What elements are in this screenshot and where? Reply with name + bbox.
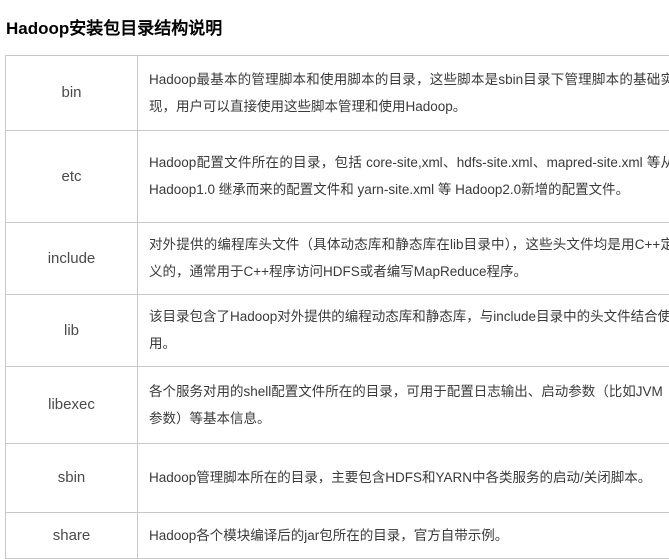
table-row: libexec 各个服务对用的shell配置文件所在的目录，可用于配置日志输出、… [6,367,669,444]
directory-description-text: 该目录包含了Hadoop对外提供的编程动态库和静态库，与include目录中的头… [149,303,669,357]
directory-name-label: etc [61,168,81,185]
directory-name-cell: bin [6,56,138,131]
hadoop-directory-table: bin Hadoop最基本的管理脚本和使用脚本的目录，这些脚本是sbin目录下管… [5,55,669,559]
table-row: include 对外提供的编程库头文件（具体动态库和静态库在lib目录中），这些… [6,223,669,295]
directory-description-text: 对外提供的编程库头文件（具体动态库和静态库在lib目录中），这些头文件均是用C+… [149,231,669,285]
directory-name-cell: share [6,513,138,559]
directory-description-text: Hadoop各个模块编译后的jar包所在的目录，官方自带示例。 [149,522,669,549]
directory-description-text: 各个服务对用的shell配置文件所在的目录，可用于配置日志输出、启动参数（比如J… [149,378,669,432]
table-row: lib 该目录包含了Hadoop对外提供的编程动态库和静态库，与include目… [6,295,669,367]
directory-name-cell: lib [6,295,138,367]
directory-name-label: lib [64,322,79,339]
table-row: bin Hadoop最基本的管理脚本和使用脚本的目录，这些脚本是sbin目录下管… [6,56,669,131]
table-row: etc Hadoop配置文件所在的目录，包括 core-site,xml、hdf… [6,131,669,223]
directory-description-cell: Hadoop管理脚本所在的目录，主要包含HDFS和YARN中各类服务的启动/关闭… [138,444,669,513]
directory-description-text: Hadoop配置文件所在的目录，包括 core-site,xml、hdfs-si… [149,149,669,203]
directory-name-cell: include [6,223,138,295]
directory-description-cell: Hadoop各个模块编译后的jar包所在的目录，官方自带示例。 [138,513,669,559]
directory-name-label: sbin [58,469,86,486]
page-root: Hadoop安装包目录结构说明 bin Hadoop最基本的管理脚本和使用脚本的… [0,0,669,521]
directory-name-label: share [53,527,91,544]
directory-description-cell: 该目录包含了Hadoop对外提供的编程动态库和静态库，与include目录中的头… [138,295,669,367]
directory-description-cell: Hadoop配置文件所在的目录，包括 core-site,xml、hdfs-si… [138,131,669,223]
directory-name-label: bin [61,84,81,101]
directory-name-label: libexec [48,396,95,413]
directory-name-cell: sbin [6,444,138,513]
table-row: share Hadoop各个模块编译后的jar包所在的目录，官方自带示例。 [6,513,669,559]
directory-name-cell: etc [6,131,138,223]
table-body: bin Hadoop最基本的管理脚本和使用脚本的目录，这些脚本是sbin目录下管… [6,56,669,559]
page-title: Hadoop安装包目录结构说明 [6,17,222,41]
table-row: sbin Hadoop管理脚本所在的目录，主要包含HDFS和YARN中各类服务的… [6,444,669,513]
directory-description-cell: Hadoop最基本的管理脚本和使用脚本的目录，这些脚本是sbin目录下管理脚本的… [138,56,669,131]
directory-description-text: Hadoop最基本的管理脚本和使用脚本的目录，这些脚本是sbin目录下管理脚本的… [149,66,669,120]
directory-name-label: include [48,250,96,267]
directory-name-cell: libexec [6,367,138,444]
directory-description-cell: 对外提供的编程库头文件（具体动态库和静态库在lib目录中），这些头文件均是用C+… [138,223,669,295]
directory-description-cell: 各个服务对用的shell配置文件所在的目录，可用于配置日志输出、启动参数（比如J… [138,367,669,444]
directory-description-text: Hadoop管理脚本所在的目录，主要包含HDFS和YARN中各类服务的启动/关闭… [149,464,669,491]
